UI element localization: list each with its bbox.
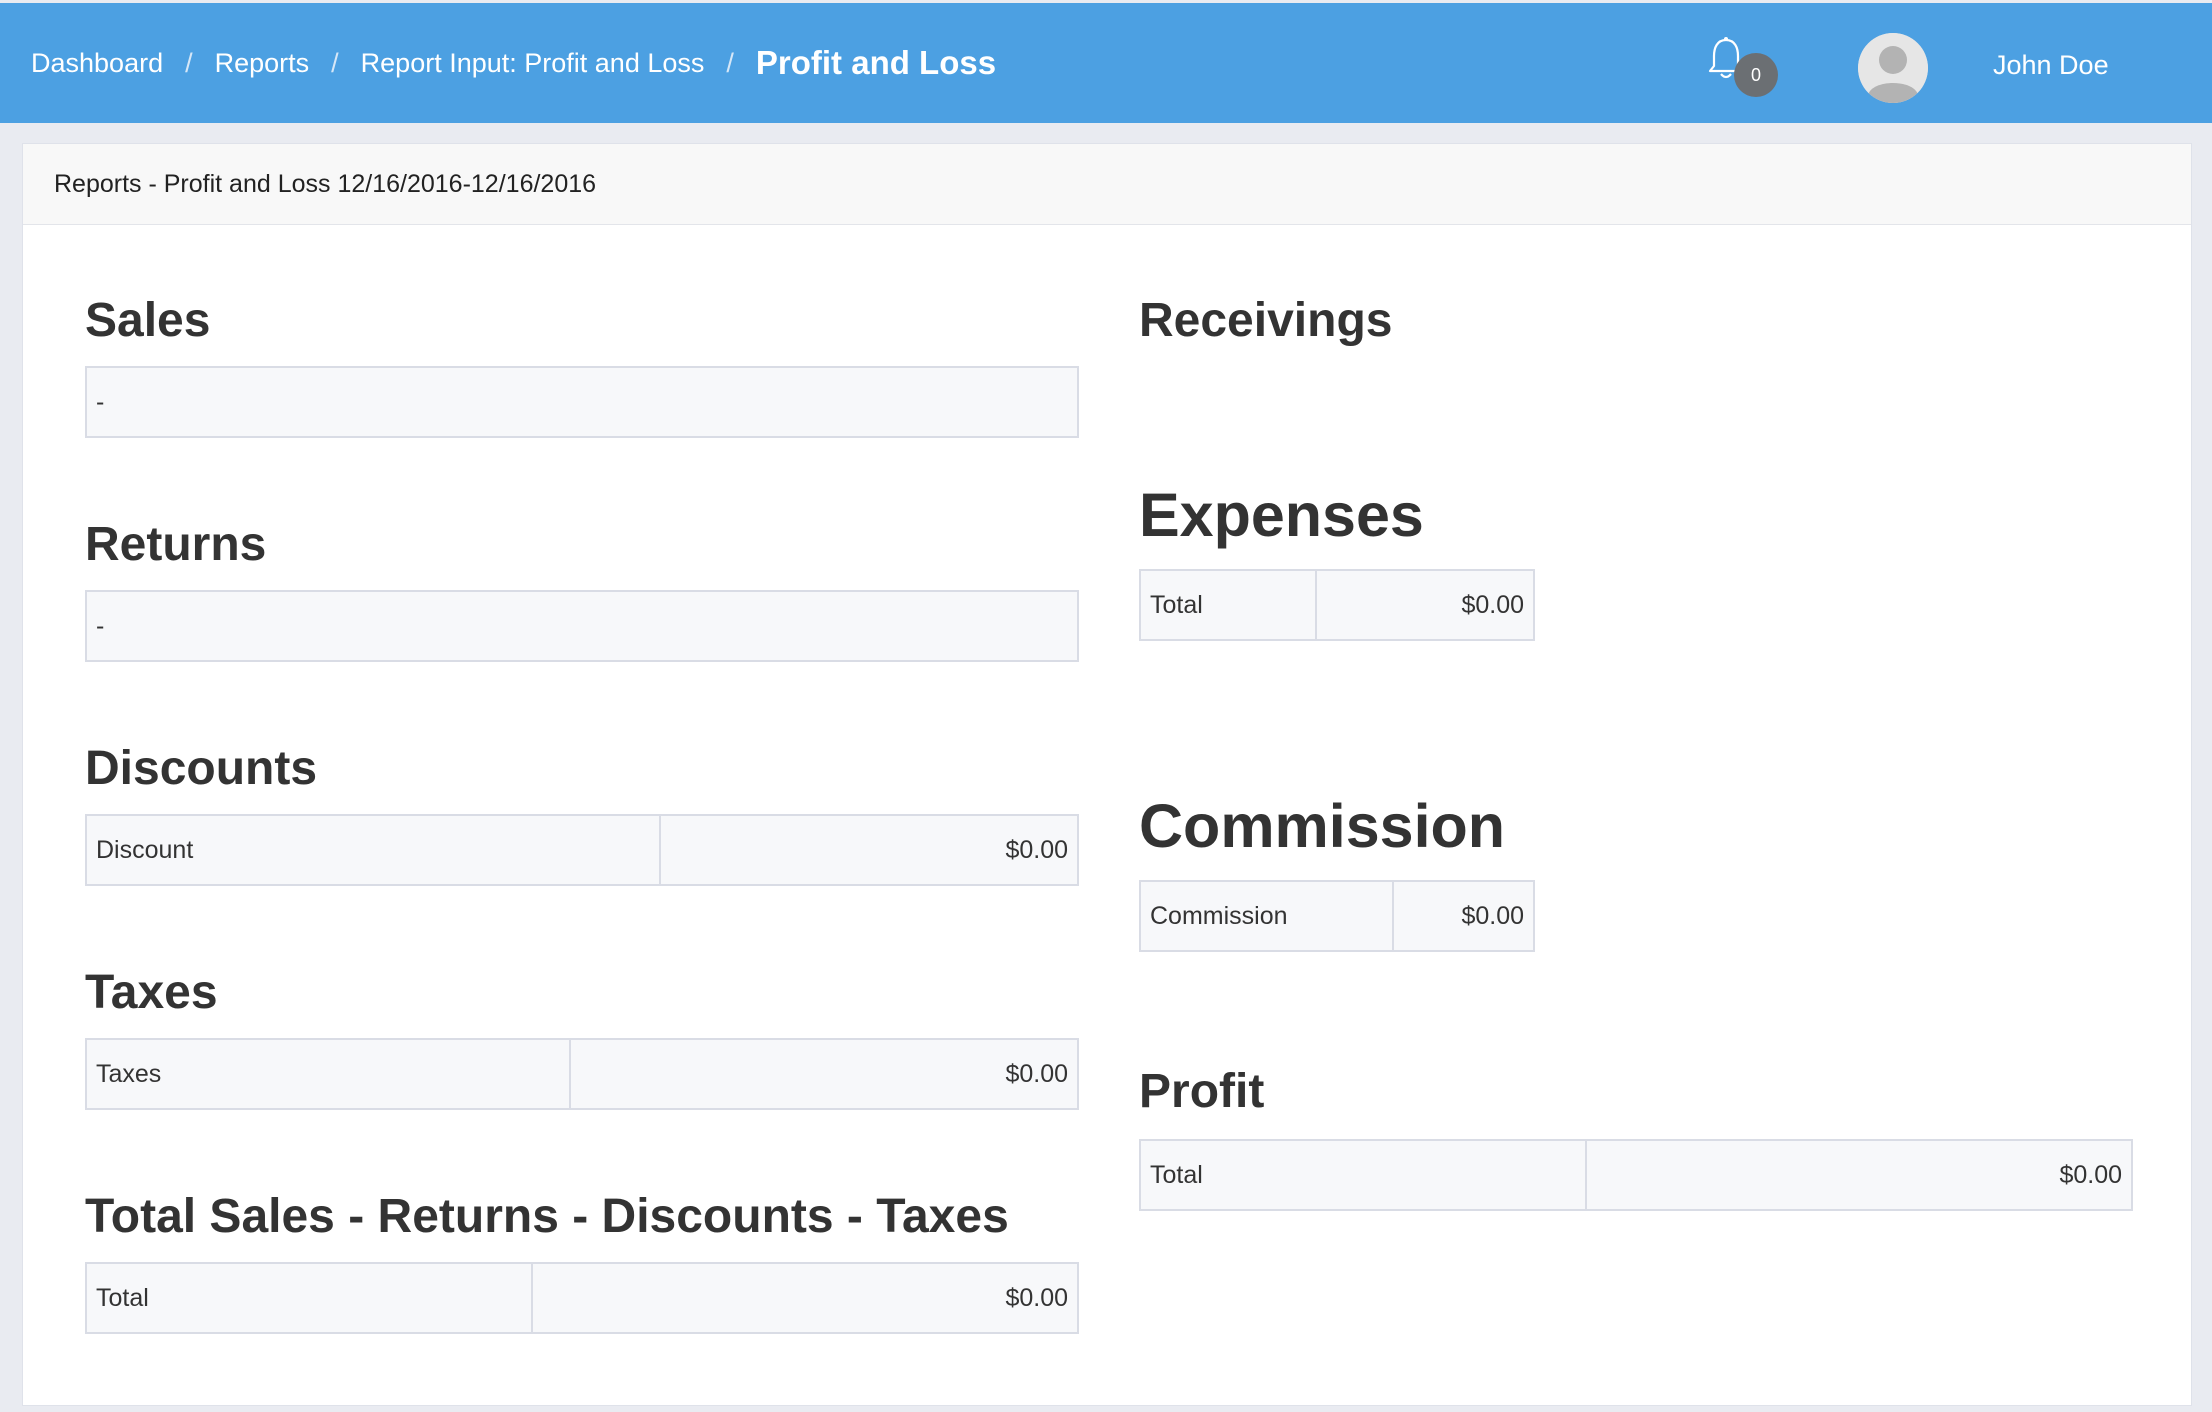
profit-title: Profit <box>1139 1065 1265 1118</box>
taxes-label: Taxes <box>96 1059 162 1088</box>
receivings-title: Receivings <box>1139 294 1393 347</box>
taxes-title: Taxes <box>85 966 218 1019</box>
profit-total-label: Total <box>1150 1160 1203 1189</box>
taxes-value: $0.00 <box>569 1040 1077 1108</box>
total-sales-title: Total Sales - Returns - Discounts - Taxe… <box>85 1190 1009 1243</box>
expenses-section: Expenses <box>1139 485 1424 546</box>
sales-table: - <box>85 366 1079 438</box>
avatar-icon[interactable] <box>1858 33 1928 103</box>
returns-section: Returns <box>85 521 266 569</box>
profit-section: Profit <box>1139 1068 1264 1116</box>
notification-count-badge[interactable]: 0 <box>1734 53 1778 97</box>
profit-total-value: $0.00 <box>1585 1141 2131 1209</box>
total-sales-section: Total Sales - Returns - Discounts - Taxe… <box>85 1193 1009 1241</box>
sales-row-empty: - <box>96 387 105 416</box>
panel-heading: Reports - Profit and Loss 12/16/2016-12/… <box>23 144 2191 225</box>
discounts-section: Discounts <box>85 745 317 793</box>
breadcrumb-report-input[interactable]: Report Input: Profit and Loss <box>361 48 705 79</box>
expenses-total-label: Total <box>1150 590 1203 619</box>
expenses-table: Total $0.00 <box>1139 569 1535 641</box>
taxes-section: Taxes <box>85 969 218 1017</box>
sales-title: Sales <box>85 294 211 347</box>
total-sales-table: Total $0.00 <box>85 1262 1079 1334</box>
taxes-table: Taxes $0.00 <box>85 1038 1079 1110</box>
total-sales-value: $0.00 <box>531 1264 1077 1332</box>
breadcrumb-separator: / <box>726 47 734 78</box>
breadcrumb: Dashboard / Reports / Report Input: Prof… <box>31 3 996 123</box>
top-navbar: Dashboard / Reports / Report Input: Prof… <box>0 3 2212 123</box>
discount-value: $0.00 <box>658 816 1077 884</box>
commission-value: $0.00 <box>1392 882 1533 950</box>
receivings-section: Receivings <box>1139 297 1392 345</box>
breadcrumb-current: Profit and Loss <box>755 44 997 81</box>
breadcrumb-dashboard[interactable]: Dashboard <box>31 48 163 79</box>
report-panel: Reports - Profit and Loss 12/16/2016-12/… <box>22 143 2192 1406</box>
discounts-table: Discount $0.00 <box>85 814 1079 886</box>
expenses-total-value: $0.00 <box>1315 571 1533 639</box>
user-name-menu[interactable]: John Doe <box>1993 50 2109 81</box>
sales-section: Sales <box>85 297 210 345</box>
discount-label: Discount <box>96 835 194 864</box>
returns-row-empty: - <box>96 611 105 640</box>
returns-table: - <box>85 590 1079 662</box>
commission-section: Commission <box>1139 796 1505 857</box>
expenses-title: Expenses <box>1139 481 1424 549</box>
breadcrumb-separator: / <box>185 47 193 78</box>
discounts-title: Discounts <box>85 742 318 795</box>
commission-label: Commission <box>1150 901 1288 930</box>
returns-title: Returns <box>85 518 267 571</box>
breadcrumb-separator: / <box>331 47 339 78</box>
profit-table: Total $0.00 <box>1139 1139 2133 1211</box>
breadcrumb-reports[interactable]: Reports <box>215 48 310 79</box>
commission-title: Commission <box>1139 792 1506 860</box>
total-sales-label: Total <box>96 1283 149 1312</box>
commission-table: Commission $0.00 <box>1139 880 1535 952</box>
